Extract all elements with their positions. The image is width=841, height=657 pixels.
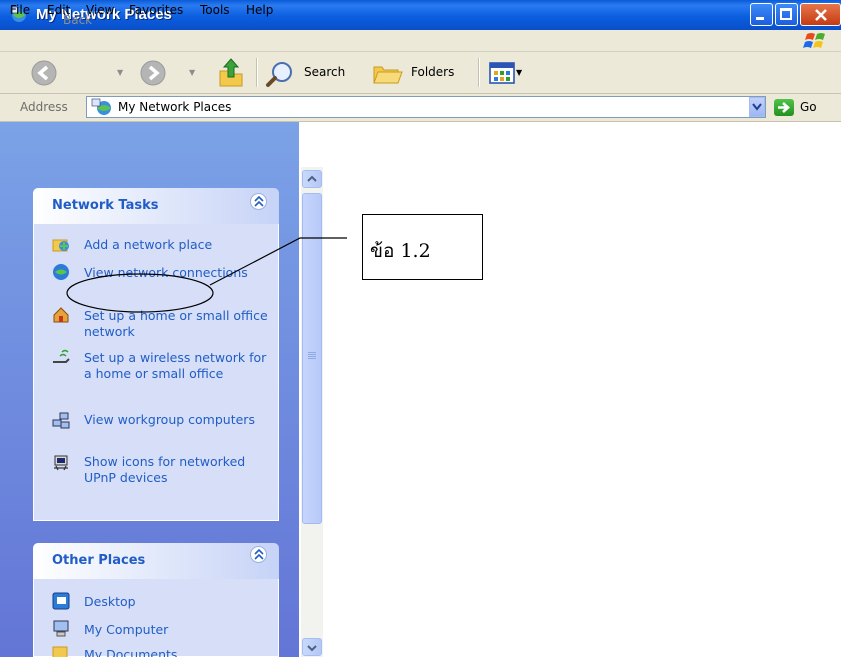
scroll-up-button[interactable] — [302, 170, 322, 188]
chevron-down-icon — [752, 103, 762, 111]
toolbar-separator — [478, 58, 480, 87]
menu-favorites[interactable]: Favorites — [129, 3, 183, 17]
my-documents-item-clip: My Documents — [33, 640, 279, 657]
back-arrow-icon[interactable] — [30, 59, 58, 87]
toolbar-separator — [256, 58, 258, 87]
view-workgroup-computers-link[interactable]: View workgroup computers — [84, 412, 274, 428]
close-button[interactable] — [800, 3, 841, 26]
search-button-label[interactable]: Search — [304, 65, 345, 79]
go-button[interactable] — [774, 99, 794, 116]
folders-icon[interactable] — [372, 59, 404, 87]
desktop-icon — [52, 592, 70, 610]
workgroup-icon — [52, 412, 70, 429]
chevron-up-icon — [307, 175, 317, 182]
maximize-icon — [780, 8, 792, 20]
chevron-down-icon — [307, 645, 317, 652]
desktop-link[interactable]: Desktop — [84, 594, 274, 610]
menu-bar — [0, 30, 841, 52]
folders-button-label[interactable]: Folders — [411, 65, 454, 79]
windows-logo-icon — [803, 33, 825, 48]
wireless-network-icon — [53, 349, 70, 363]
menu-tools[interactable]: Tools — [200, 3, 230, 17]
forward-dropdown-icon[interactable]: ▼ — [189, 68, 195, 77]
go-arrow-icon — [778, 102, 790, 113]
menu-file[interactable]: File — [10, 3, 30, 17]
other-places-collapse-button[interactable] — [250, 546, 267, 563]
up-folder-icon[interactable] — [217, 57, 245, 89]
views-icon[interactable] — [489, 61, 515, 85]
back-dropdown-icon[interactable]: ▼ — [117, 68, 123, 77]
minimize-button[interactable] — [750, 3, 773, 26]
annotation-text: ข้อ 1.2 — [370, 240, 431, 262]
address-label: Address — [20, 100, 68, 114]
scroll-down-button[interactable] — [302, 638, 322, 656]
chevron-up-icon — [254, 549, 264, 560]
my-computer-icon — [53, 620, 69, 637]
setup-wireless-network-link[interactable]: Set up a wireless network for a home or … — [84, 350, 274, 381]
maximize-button[interactable] — [775, 3, 798, 26]
network-tasks-collapse-button[interactable] — [250, 193, 267, 210]
network-places-icon — [91, 98, 111, 115]
chevron-up-icon — [254, 196, 264, 207]
address-value[interactable]: My Network Places — [118, 100, 231, 114]
address-dropdown-button[interactable] — [749, 97, 765, 117]
show-upnp-icons-link[interactable]: Show icons for networked UPnP devices — [84, 454, 274, 485]
views-dropdown-icon[interactable]: ▼ — [516, 68, 522, 77]
callout-pointer — [66, 237, 347, 313]
go-label[interactable]: Go — [800, 100, 817, 114]
my-documents-link[interactable]: My Documents — [84, 647, 177, 657]
my-documents-icon — [52, 646, 68, 657]
search-icon[interactable] — [265, 60, 297, 88]
forward-arrow-icon[interactable] — [139, 59, 167, 87]
other-places-title[interactable]: Other Places — [52, 553, 145, 568]
back-button-label[interactable]: Back — [63, 13, 92, 27]
thumb-grip — [308, 352, 316, 353]
my-computer-link[interactable]: My Computer — [84, 622, 274, 638]
close-icon — [815, 9, 827, 21]
upnp-devices-icon — [54, 455, 68, 471]
menu-help[interactable]: Help — [246, 3, 273, 17]
minimize-icon — [756, 17, 764, 20]
